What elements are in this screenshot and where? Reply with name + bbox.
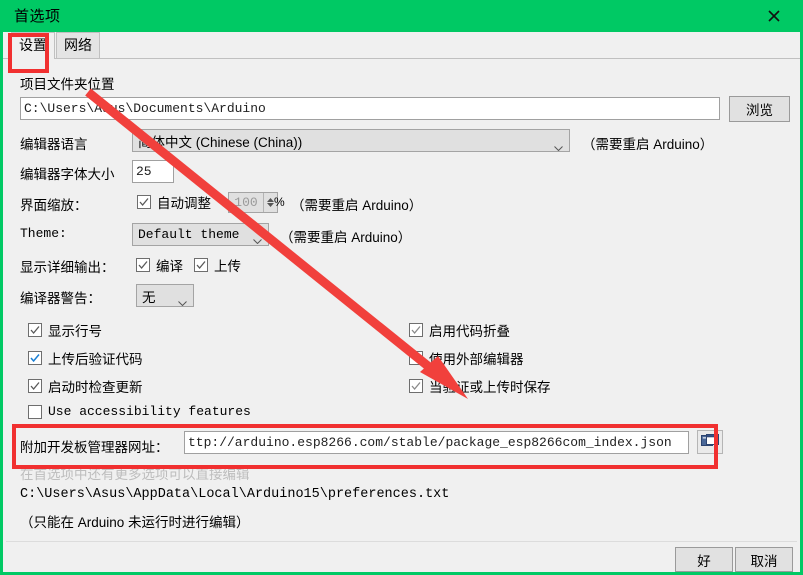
verbose-compile-checkbox[interactable] [136,258,150,272]
tab-network-label: 网络 [64,37,92,53]
theme-value: Default theme [138,227,240,242]
theme-restart-note-row: （需要重启 Arduino） [280,226,411,246]
theme-select[interactable]: Default theme [132,223,269,246]
prefs-path-row: C:\Users\Asus\AppData\Local\Arduino15\pr… [20,487,449,502]
window-title: 首选项 [14,7,61,25]
sketchbook-location-label: 项目文件夹位置 [20,77,115,92]
scale-auto-checkbox[interactable] [137,195,151,209]
checkbox-use-external-editor[interactable]: 使用外部编辑器 [409,348,524,368]
prefs-edit-note-row: （只能在 Arduino 未运行时进行编辑） [20,511,250,531]
prefs-path: C:\Users\Asus\AppData\Local\Arduino15\pr… [20,487,450,502]
chevron-down-icon [178,294,187,306]
compiler-warnings-select[interactable]: 无 [136,284,194,307]
compiler-warnings-label: 编译器警告： [20,291,101,306]
browse-button[interactable]: 浏览 [729,96,790,122]
checkbox-show-line-numbers[interactable]: 显示行号 [28,320,102,340]
editor-fontsize-label: 编辑器字体大小 [20,167,115,182]
scale-auto-label: 自动调整 [157,196,211,211]
editor-language-label-row: 编辑器语言 [20,133,88,153]
board-urls-label-row: 附加开发板管理器网址： [20,436,169,456]
browse-button-label: 浏览 [746,103,773,118]
scale-percent-value: 100 [234,195,258,210]
interface-scale-label: 界面缩放： [20,198,88,213]
verbose-compile-row[interactable]: 编译 [136,255,183,275]
checkbox-accessibility-features[interactable]: Use accessibility features [28,404,251,419]
checkbox-label: 上传后验证代码 [48,352,143,367]
checkbox-box[interactable] [28,351,42,365]
checkbox-box[interactable] [28,323,42,337]
board-urls-input[interactable] [184,431,689,454]
compiler-warnings-value: 无 [142,289,156,305]
tabstrip: 设置 网络 [3,32,800,59]
language-restart-note-row: （需要重启 Arduino） [582,133,713,153]
checkbox-check-updates-on-startup[interactable]: 启动时检查更新 [28,376,143,396]
checkbox-box[interactable] [409,351,423,365]
titlebar: 首选项 [3,0,800,32]
ok-button[interactable]: 好 [675,547,733,572]
verbose-upload-label: 上传 [214,259,241,274]
editor-language-value: 简体中文 (Chinese (China)) [138,134,303,150]
scale-restart-note: （需要重启 Arduino） [291,198,423,213]
tab-settings[interactable]: 设置 [11,32,55,59]
footer-divider [6,541,797,542]
verbose-upload-row[interactable]: 上传 [194,255,241,275]
prefs-edit-note: （只能在 Arduino 未运行时进行编辑） [20,515,250,530]
tab-network[interactable]: 网络 [56,32,100,58]
editor-language-label: 编辑器语言 [20,137,88,152]
scale-percent-sign: % [274,195,285,209]
checkbox-label: 使用外部编辑器 [429,352,524,367]
theme-restart-note: （需要重启 Arduino） [280,230,412,245]
cancel-button[interactable]: 取消 [735,547,793,572]
scale-percent-stepper[interactable]: 100 [228,192,278,213]
close-icon[interactable] [754,0,794,32]
sketchbook-path-input[interactable] [20,97,720,120]
ok-button-label: 好 [697,553,711,569]
theme-label: Theme: [20,226,67,241]
scale-percent-sign-row: % [274,195,285,209]
cancel-button-label: 取消 [750,553,778,569]
scale-auto-checkbox-row[interactable]: 自动调整 [137,192,211,212]
settings-panel: 项目文件夹位置 浏览 编辑器语言 简体中文 (Chinese (China)) … [6,59,797,572]
tab-settings-label: 设置 [19,37,47,53]
checkbox-box[interactable] [28,379,42,393]
compiler-warnings-label-row: 编译器警告： [20,287,101,307]
checkbox-box[interactable] [409,323,423,337]
verbose-upload-checkbox[interactable] [194,258,208,272]
interface-scale-label-row: 界面缩放： [20,194,88,214]
chevron-down-icon [554,139,563,151]
checkbox-box[interactable] [28,404,42,419]
checkbox-label: 显示行号 [48,324,102,339]
verbose-output-label-row: 显示详细输出： [20,256,115,276]
editor-language-select[interactable]: 简体中文 (Chinese (China)) [132,129,570,152]
checkbox-label: 当验证或上传时保存 [429,380,551,395]
checkbox-save-on-verify-or-upload[interactable]: 当验证或上传时保存 [409,376,551,396]
scale-restart-note-row: （需要重启 Arduino） [291,194,422,214]
more-prefs-note-row: 在首选项中还有更多选项可以直接编辑 [20,463,250,483]
checkbox-enable-code-folding[interactable]: 启用代码折叠 [409,320,510,340]
theme-label-row: Theme: [20,226,67,241]
language-restart-note: （需要重启 Arduino） [582,137,714,152]
sketchbook-location-label-row: 项目文件夹位置 [20,73,115,93]
editor-fontsize-label-row: 编辑器字体大小 [20,163,115,183]
more-prefs-note: 在首选项中还有更多选项可以直接编辑 [20,467,250,482]
verbose-compile-label: 编译 [156,259,183,274]
editor-fontsize-input[interactable] [132,160,174,183]
checkbox-verify-after-upload[interactable]: 上传后验证代码 [28,348,143,368]
checkbox-label: Use accessibility features [48,404,251,419]
checkbox-label: 启动时检查更新 [48,380,143,395]
verbose-output-label: 显示详细输出： [20,260,115,275]
board-urls-label: 附加开发板管理器网址： [20,440,169,455]
checkbox-box[interactable] [409,379,423,393]
preferences-window: 首选项 设置 网络 项目文件夹位置 浏览 编辑器语言 简体中文 (Ch [0,0,803,575]
chevron-down-icon [253,233,262,244]
checkbox-label: 启用代码折叠 [429,324,510,339]
windows-dialog-icon[interactable] [697,430,723,454]
